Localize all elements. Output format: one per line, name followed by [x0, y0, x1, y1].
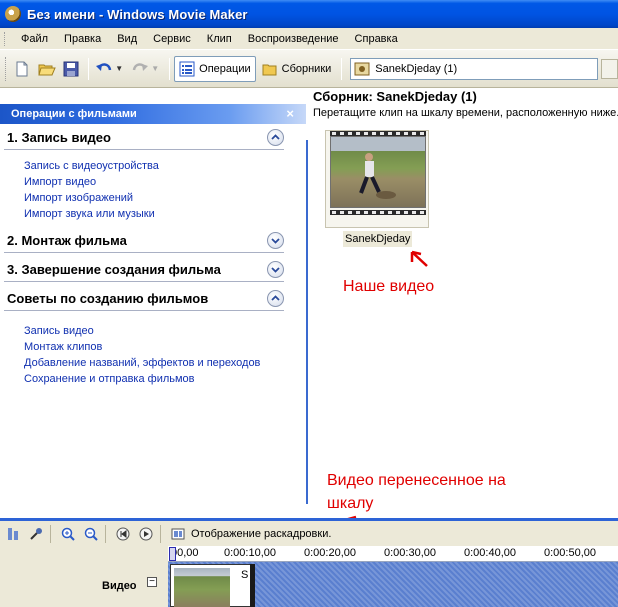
show-storyboard-button[interactable] [168, 524, 188, 544]
ruler-tick-label: 0:00:50,00 [544, 547, 596, 559]
timeline-track-headers [0, 546, 168, 607]
zoom-out-button[interactable] [81, 524, 101, 544]
audio-levels-icon [8, 527, 18, 540]
timeline-ruler[interactable]: 00,00 0:00:10,00 0:00:20,00 0:00:30,00 0… [168, 546, 618, 562]
timeline-separator [50, 524, 51, 543]
timeline-clip-name: S [241, 569, 249, 581]
ruler-tick-label: 0:00:10,00 [224, 547, 276, 559]
microphone-icon [30, 527, 42, 540]
timeline-separator [160, 524, 161, 543]
annotation-our-video: Наше видео [343, 278, 435, 295]
narrate-timeline-button[interactable] [26, 524, 46, 544]
play-icon [139, 527, 153, 540]
zoom-out-icon [84, 527, 98, 541]
rewind-icon [116, 527, 130, 540]
arrow-to-clip-icon [410, 250, 428, 267]
timeline-clip-thumbnail [174, 568, 230, 607]
ruler-tick-label: 0:00:30,00 [384, 547, 436, 559]
storyboard-icon [171, 528, 185, 539]
collapse-track-icon[interactable]: − [147, 577, 157, 587]
timeline-toolbar: Отображение раскадровки. [0, 521, 618, 546]
zoom-in-button[interactable] [58, 524, 78, 544]
timeline-clip-trim-handle[interactable] [250, 564, 255, 607]
zoom-in-icon [61, 527, 75, 541]
video-track-label: Видео [102, 580, 137, 592]
set-audio-levels-button[interactable] [3, 524, 23, 544]
ruler-tick-label: 0:00:20,00 [304, 547, 356, 559]
ruler-tick-label: 0:00:40,00 [464, 547, 516, 559]
annotation-moved-video-line2: шкалу [327, 495, 374, 512]
play-timeline-button[interactable] [136, 524, 156, 544]
annotation-arrows [219, 250, 428, 561]
timeline-separator [105, 524, 106, 543]
rewind-timeline-button[interactable] [113, 524, 133, 544]
timeline-playhead[interactable] [169, 547, 176, 561]
annotation-moved-video-line1: Видео перенесенное на [327, 472, 506, 489]
storyboard-label[interactable]: Отображение раскадровки. [191, 528, 331, 540]
